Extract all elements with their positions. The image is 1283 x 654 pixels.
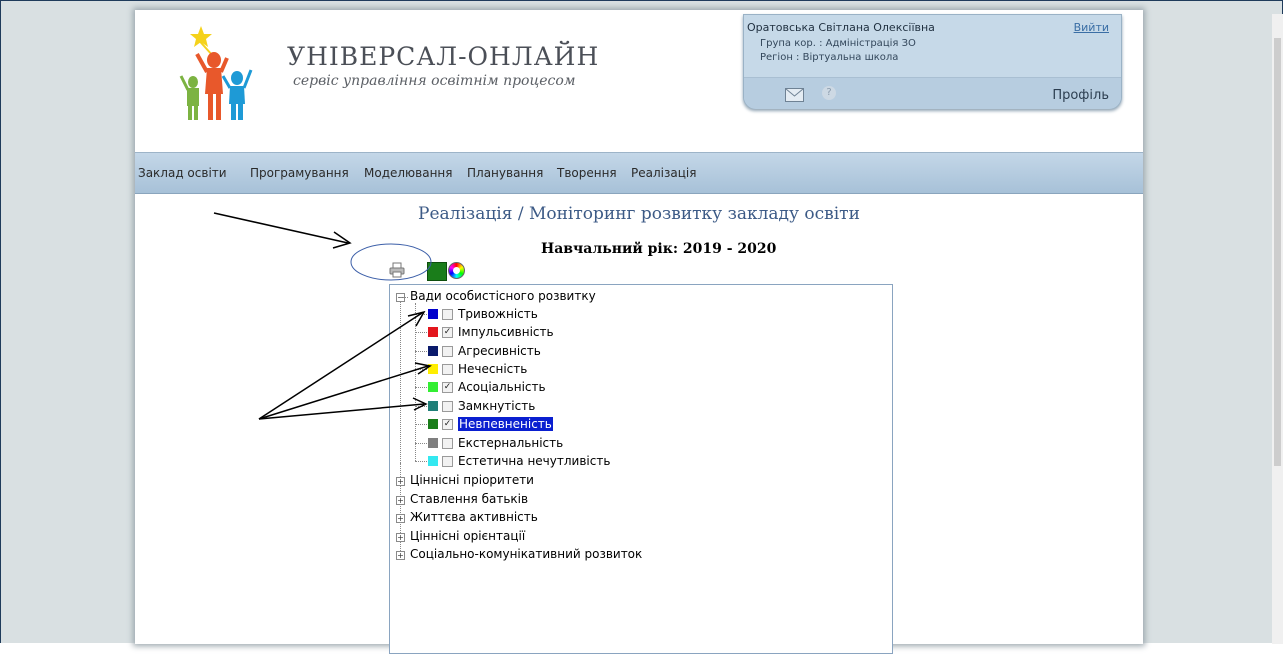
- annotation-overlay: [213, 212, 432, 420]
- highlight-ellipse: [350, 243, 432, 281]
